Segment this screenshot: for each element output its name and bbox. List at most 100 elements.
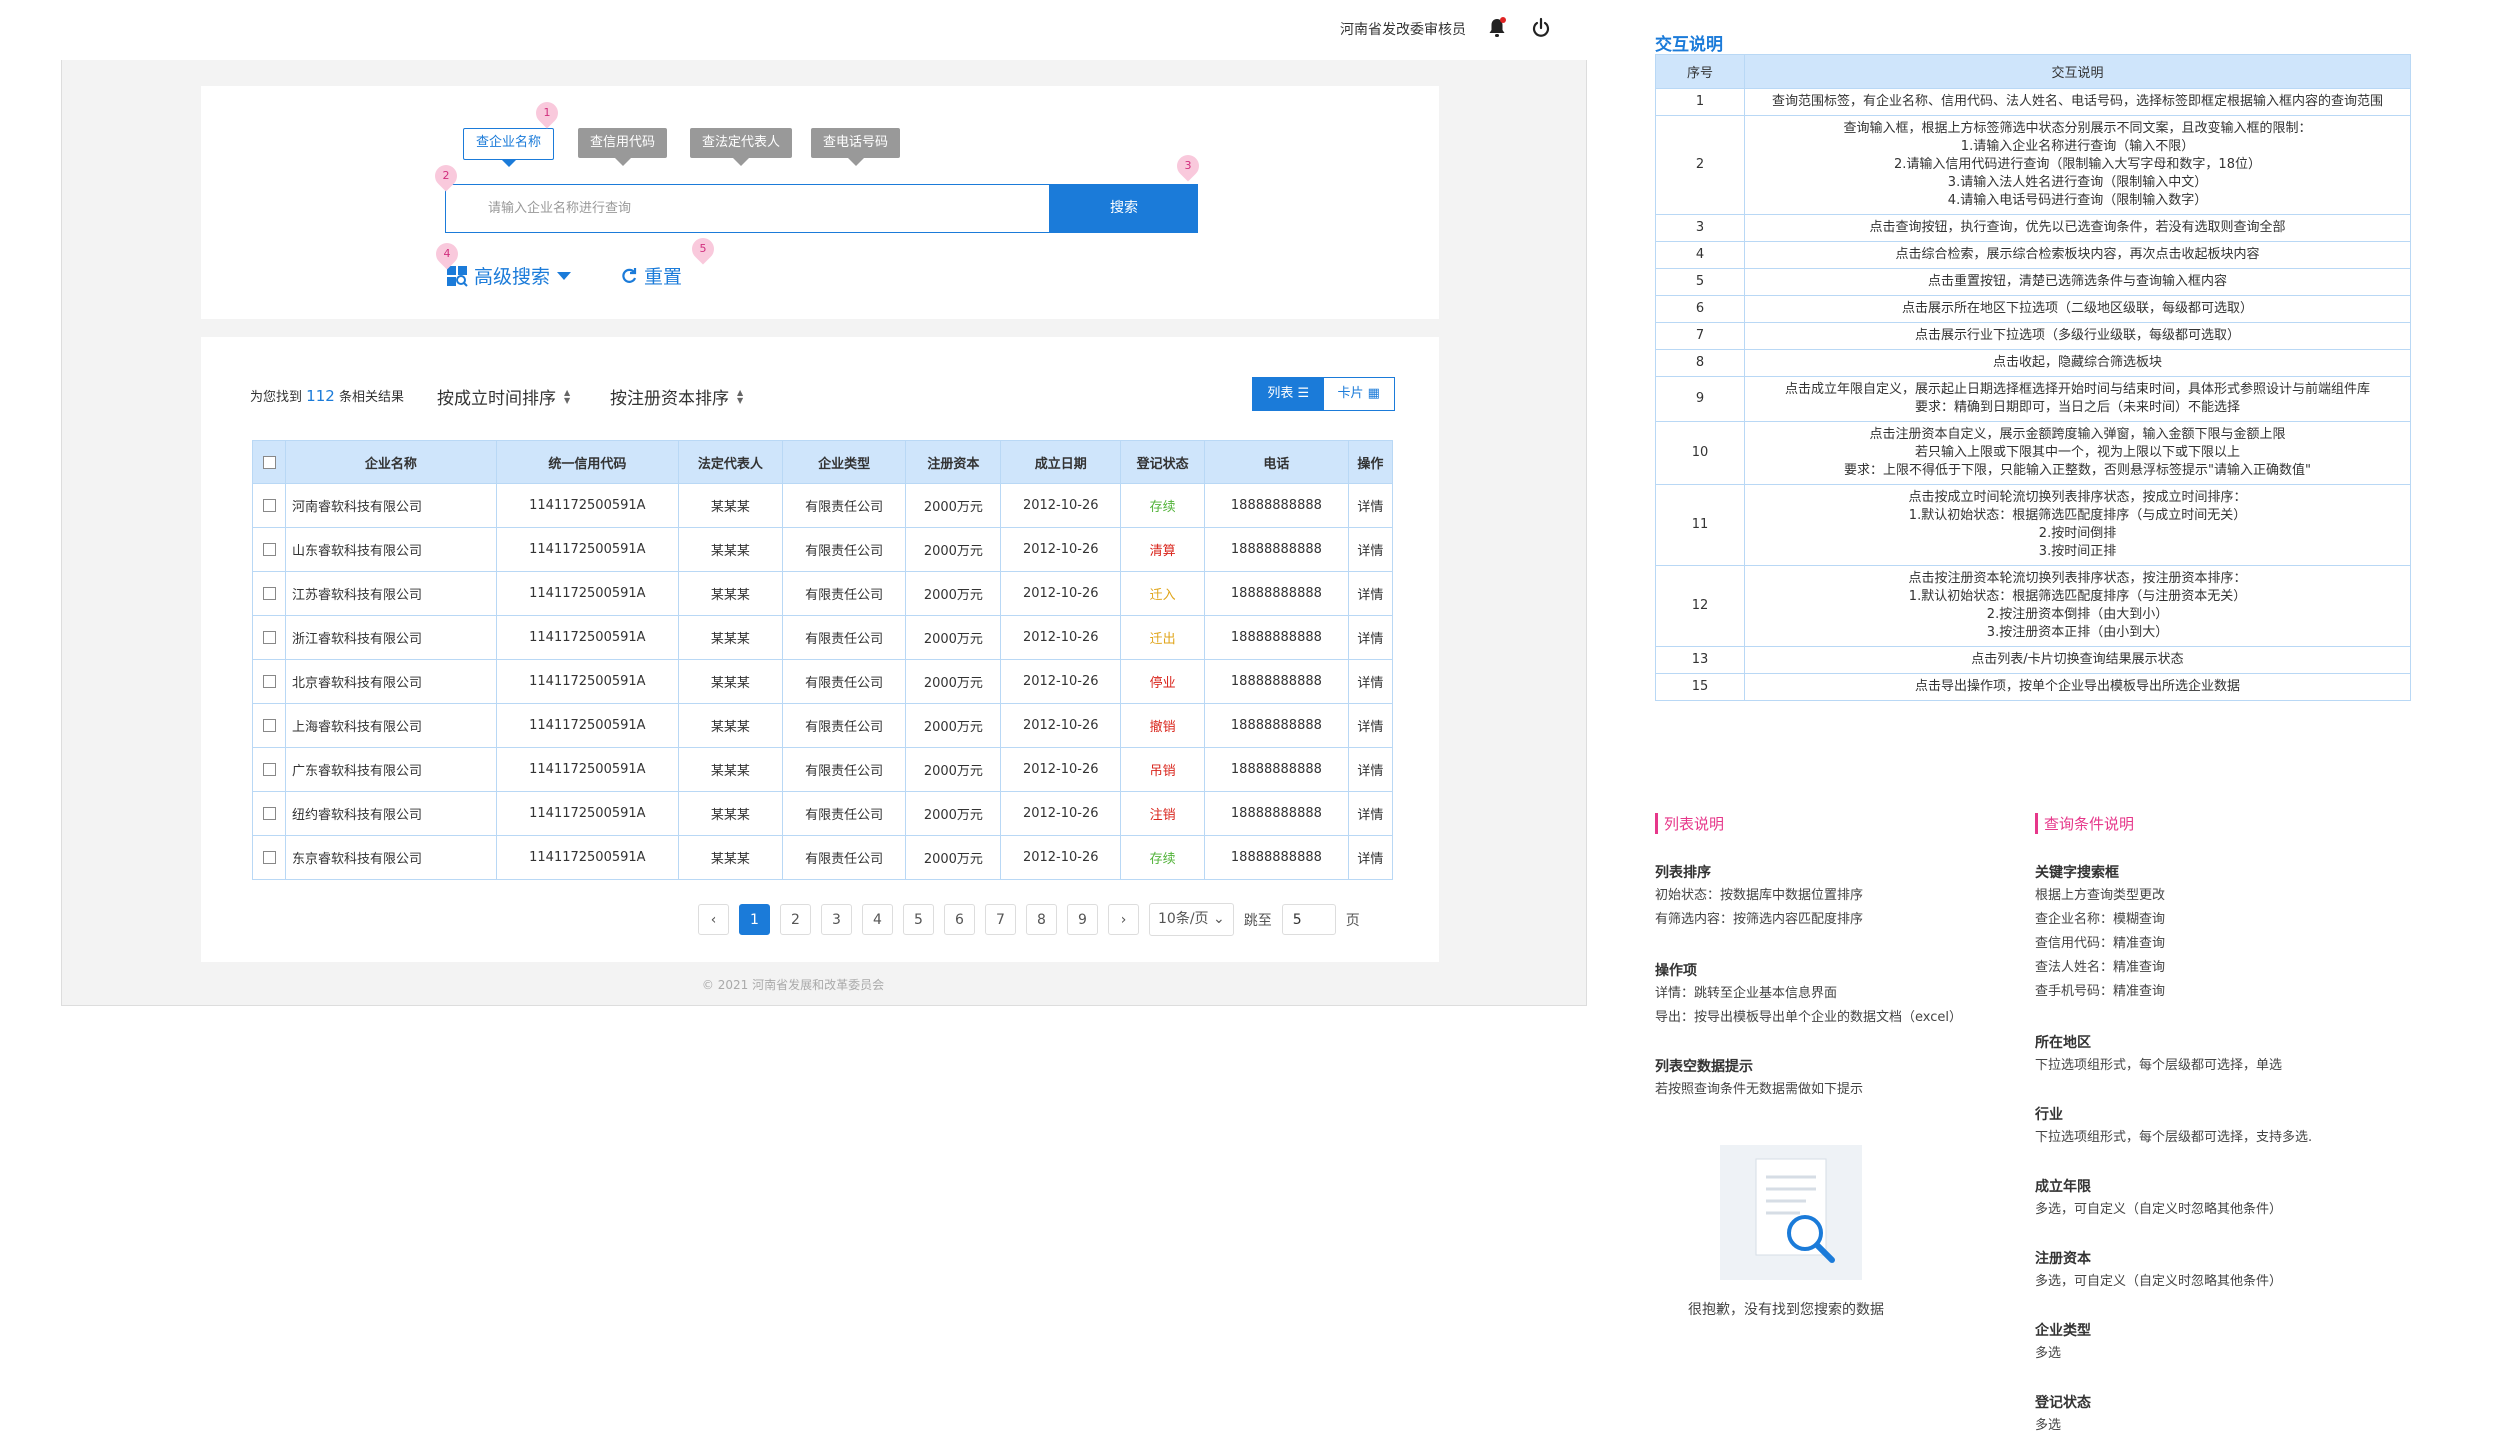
- user-label[interactable]: 河南省发改委审核员: [1340, 19, 1466, 39]
- pagination: ‹ 1 2 3 4 5 6 7 8 9 › 10条/页 ⌄ 跳至 5 页: [698, 903, 1360, 936]
- cell-type: 有限责任公司: [781, 571, 907, 616]
- spec-no: 2: [1655, 115, 1745, 215]
- row-checkbox[interactable]: [262, 675, 276, 688]
- power-icon[interactable]: [1530, 16, 1552, 40]
- spec-row: 12 点击按注册资本轮流切换列表排序状态，按注册资本排序： 1.默认初始状态：根据…: [1655, 565, 2411, 647]
- search-button[interactable]: 搜索: [1050, 184, 1198, 233]
- cell-date: 2012-10-26: [1000, 615, 1122, 660]
- caret-down-icon: [557, 271, 572, 280]
- next-page-button[interactable]: ›: [1108, 904, 1139, 935]
- page-button[interactable]: 5: [903, 904, 934, 935]
- reset-button[interactable]: 重置: [620, 262, 682, 289]
- bell-icon[interactable]: [1486, 16, 1508, 40]
- note-text: 根据上方查询类型更改 查企业名称：模糊查询 查信用代码：精准查询 查法人姓名：精准查询…: [2035, 888, 2166, 999]
- note-heading: 行业: [2035, 1107, 2063, 1123]
- cell-capital: 2000万元: [905, 659, 1002, 704]
- col-header: 登记状态: [1120, 440, 1206, 484]
- cell-status: 停业: [1120, 659, 1206, 704]
- cell-phone: 18888888888: [1204, 747, 1349, 792]
- cell-action[interactable]: 详情: [1347, 659, 1394, 704]
- select-all-cell[interactable]: [252, 440, 286, 484]
- note-text: 多选: [2035, 1346, 2062, 1361]
- row-checkbox-cell[interactable]: [252, 747, 286, 792]
- cell-action[interactable]: 详情: [1347, 835, 1394, 880]
- tab-company-name[interactable]: 查企业名称: [463, 128, 555, 167]
- note-text: 多选，可自定义（自定义时忽略其他条件）: [2035, 1202, 2283, 1217]
- spec-row: 7 点击展示行业下拉选项（多级行业级联，每级都可选取）: [1655, 322, 2411, 350]
- advanced-search-toggle[interactable]: 高级搜索: [446, 262, 572, 289]
- row-checkbox[interactable]: [262, 587, 276, 600]
- row-checkbox-cell[interactable]: [252, 791, 286, 836]
- cell-action[interactable]: 详情: [1347, 703, 1394, 748]
- cell-action[interactable]: 详情: [1347, 615, 1394, 660]
- spec-no: 9: [1655, 376, 1745, 422]
- cell-date: 2012-10-26: [1000, 483, 1122, 528]
- row-checkbox-cell[interactable]: [252, 703, 286, 748]
- row-checkbox[interactable]: [262, 719, 276, 732]
- table-header-row: 企业名称 统一信用代码 法定代表人 企业类型 注册资本 成立日期 登记状态 电话…: [252, 440, 1394, 484]
- table-row: 山东睿软科技有限公司 1141172500591A 某某某 有限责任公司 2000万元 2…: [252, 527, 1394, 572]
- col-header: 操作: [1347, 440, 1394, 484]
- cell-action[interactable]: 详情: [1347, 747, 1394, 792]
- cell-type: 有限责任公司: [781, 835, 907, 880]
- cell-status: 迁出: [1120, 615, 1206, 660]
- cell-action[interactable]: 详情: [1347, 527, 1394, 572]
- spec-text: 点击注册资本自定义，展示金额跨度输入弹窗，输入金额下限与金额上限 若只输入上限或…: [1744, 421, 2411, 485]
- cell-type: 有限责任公司: [781, 747, 907, 792]
- spec-row: 11 点击按成立时间轮流切换列表排序状态，按成立时间排序： 1.默认初始状态：根据…: [1655, 484, 2411, 566]
- page-button[interactable]: 1: [739, 904, 770, 935]
- spec-text: 查询范围标签，有企业名称、信用代码、法人姓名、电话号码，选择标签即框定根据输入框…: [1744, 88, 2411, 116]
- row-checkbox-cell[interactable]: [252, 835, 286, 880]
- card-view-button[interactable]: 卡片 ▦: [1324, 378, 1395, 410]
- row-checkbox-cell[interactable]: [252, 483, 286, 528]
- advanced-search-icon: [447, 265, 468, 287]
- table-row: 广东睿软科技有限公司 1141172500591A 某某某 有限责任公司 2000万元 2…: [252, 747, 1394, 792]
- page-size-select[interactable]: 10条/页 ⌄: [1149, 903, 1234, 936]
- page-button[interactable]: 8: [1026, 904, 1057, 935]
- tab-credit-code[interactable]: 查信用代码: [578, 128, 668, 166]
- row-checkbox[interactable]: [262, 807, 276, 820]
- page-button[interactable]: 7: [985, 904, 1016, 935]
- row-checkbox-cell[interactable]: [252, 659, 286, 704]
- search-input[interactable]: 请输入企业名称进行查询: [445, 184, 1050, 233]
- row-checkbox-cell[interactable]: [252, 571, 286, 616]
- prev-page-button[interactable]: ‹: [698, 904, 729, 935]
- tab-legal-rep[interactable]: 查法定代表人: [690, 128, 793, 166]
- cell-capital: 2000万元: [905, 835, 1002, 880]
- jump-page-input[interactable]: 5: [1281, 904, 1336, 935]
- tab-phone[interactable]: 查电话号码: [811, 128, 901, 166]
- row-checkbox[interactable]: [262, 499, 276, 512]
- cell-action[interactable]: 详情: [1347, 571, 1394, 616]
- page-button[interactable]: 4: [862, 904, 893, 935]
- sort-by-time[interactable]: 按成立时间排序 ▲ ▼: [437, 384, 570, 409]
- row-checkbox[interactable]: [262, 631, 276, 644]
- cell-status: 撤销: [1120, 703, 1206, 748]
- cell-capital: 2000万元: [905, 615, 1002, 660]
- list-view-button[interactable]: 列表 ☰: [1253, 378, 1324, 410]
- spec-no: 1: [1655, 88, 1745, 116]
- page-button[interactable]: 9: [1067, 904, 1098, 935]
- page-button[interactable]: 2: [780, 904, 811, 935]
- row-checkbox[interactable]: [262, 763, 276, 776]
- cell-code: 1141172500591A: [495, 571, 679, 616]
- spec-row: 13 点击列表/卡片切换查询结果展示状态: [1655, 646, 2411, 674]
- cell-date: 2012-10-26: [1000, 747, 1122, 792]
- cell-date: 2012-10-26: [1000, 527, 1122, 572]
- jump-label: 跳至: [1243, 912, 1272, 929]
- cell-name: 北京睿软科技有限公司: [285, 659, 497, 704]
- sort-by-capital[interactable]: 按注册资本排序 ▲ ▼: [610, 384, 743, 409]
- row-checkbox-cell[interactable]: [252, 615, 286, 660]
- cell-code: 1141172500591A: [495, 835, 679, 880]
- row-checkbox-cell[interactable]: [252, 527, 286, 572]
- cell-status: 注销: [1120, 791, 1206, 836]
- row-checkbox[interactable]: [262, 543, 276, 556]
- page-button[interactable]: 6: [944, 904, 975, 935]
- row-checkbox[interactable]: [262, 851, 276, 864]
- col-header: 企业名称: [285, 440, 497, 484]
- cell-action[interactable]: 详情: [1347, 483, 1394, 528]
- cell-rep: 某某某: [677, 747, 783, 792]
- page-button[interactable]: 3: [821, 904, 852, 935]
- select-all-checkbox[interactable]: [262, 455, 276, 469]
- cell-action[interactable]: 详情: [1347, 791, 1394, 836]
- note-heading: 关键字搜索框: [2035, 865, 2119, 881]
